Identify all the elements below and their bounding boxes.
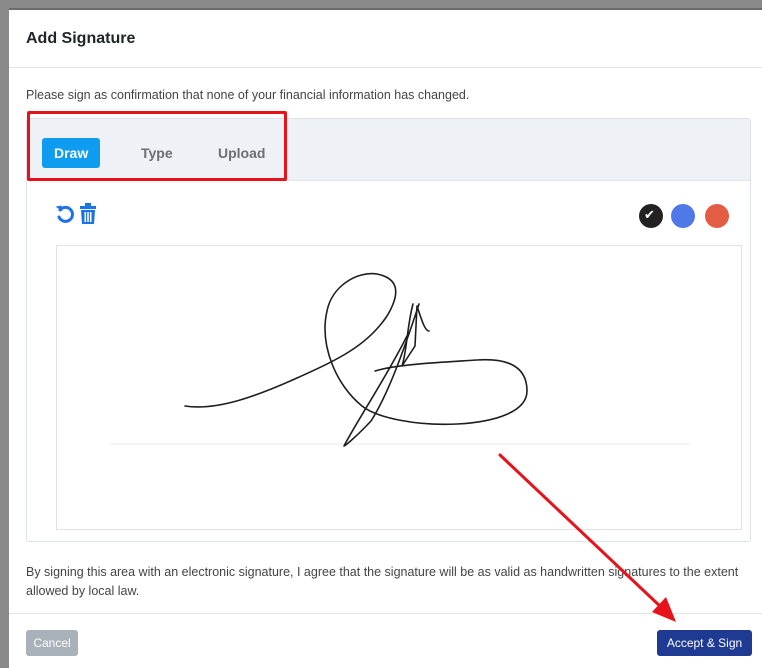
- signature-stroke: [184, 272, 528, 447]
- check-icon: ✔: [644, 207, 655, 222]
- intro-text: Please sign as confirmation that none of…: [26, 88, 470, 102]
- pen-color-red[interactable]: [705, 204, 729, 228]
- signature-panel: Draw Type Upload ✔: [26, 111, 751, 542]
- legal-disclaimer: By signing this area with an electronic …: [26, 565, 739, 598]
- accept-sign-button[interactable]: Accept & Sign: [657, 630, 752, 656]
- tab-draw[interactable]: Draw: [42, 138, 101, 168]
- footer-divider: [9, 613, 762, 614]
- trash-icon[interactable]: [79, 203, 97, 230]
- modal-title: Add Signature: [26, 29, 136, 47]
- signature-drawing: [109, 272, 691, 447]
- signature-canvas[interactable]: [56, 245, 742, 530]
- tab-strip: Draw Type Upload: [27, 111, 750, 181]
- modal-header: Add Signature: [9, 10, 762, 68]
- add-signature-modal: Add Signature Please sign as confirmatio…: [9, 8, 762, 668]
- tab-type[interactable]: Type: [129, 138, 185, 168]
- tab-upload[interactable]: Upload: [206, 138, 277, 168]
- pen-color-black[interactable]: ✔: [639, 204, 663, 228]
- cancel-button[interactable]: Cancel: [26, 630, 78, 656]
- pen-color-blue[interactable]: [671, 204, 695, 228]
- undo-icon[interactable]: [55, 203, 75, 230]
